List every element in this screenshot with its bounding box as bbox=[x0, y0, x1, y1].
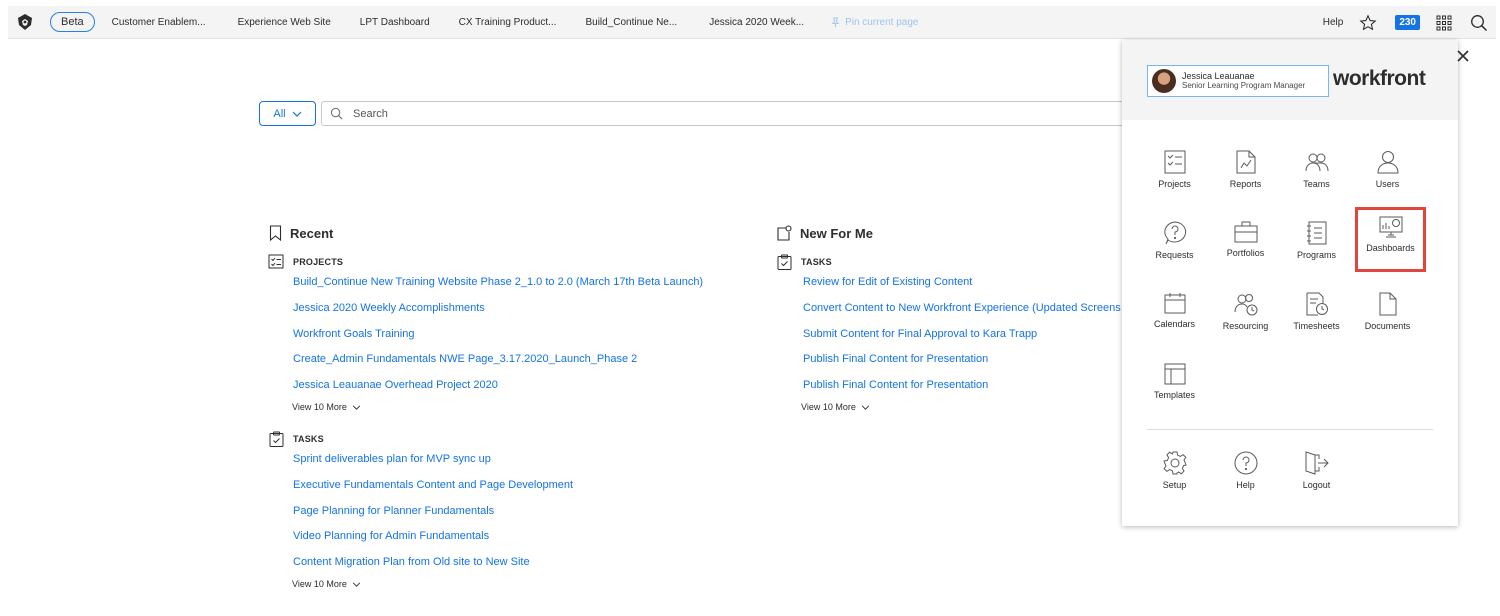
new-item-icon bbox=[777, 225, 792, 241]
search-input[interactable] bbox=[353, 107, 1113, 120]
bookmark-icon bbox=[269, 225, 282, 241]
teams-icon bbox=[1305, 153, 1328, 172]
search-field[interactable] bbox=[321, 101, 1201, 126]
app-reports[interactable]: Reports bbox=[1210, 144, 1281, 206]
templates-icon bbox=[1164, 363, 1185, 385]
recent-tasks-view-more[interactable]: View 10 More bbox=[292, 579, 361, 589]
recent-tasks-label: TASKS bbox=[269, 431, 324, 447]
tasks-icon bbox=[269, 431, 284, 447]
close-panel-icon[interactable] bbox=[1456, 49, 1470, 63]
new-for-me-task-link[interactable]: Publish Final Content for Presentation bbox=[803, 353, 988, 365]
setup-button[interactable]: Setup bbox=[1139, 445, 1210, 507]
recent-task-link[interactable]: Executive Fundamentals Content and Page … bbox=[293, 479, 573, 491]
notification-badge[interactable]: 230 bbox=[1395, 15, 1420, 30]
pinned-tab-2[interactable]: Experience Web Site bbox=[238, 17, 331, 28]
new-for-me-title: New For Me bbox=[800, 225, 873, 241]
recent-heading: Recent bbox=[269, 225, 333, 241]
logout-button[interactable]: Logout bbox=[1281, 445, 1352, 507]
app-users[interactable]: Users bbox=[1352, 144, 1423, 206]
recent-project-link[interactable]: Create_Admin Fundamentals NWE Page_3.17.… bbox=[293, 353, 637, 365]
recent-task-link[interactable]: Sprint deliverables plan for MVP sync up bbox=[293, 453, 491, 465]
tasks-icon bbox=[777, 254, 792, 270]
global-search: All bbox=[259, 101, 1201, 126]
app-dashboards[interactable]: Dashboards bbox=[1355, 207, 1426, 272]
new-for-me-task-link[interactable]: Convert Content to New Workfront Experie… bbox=[803, 302, 1121, 314]
recent-projects-view-more[interactable]: View 10 More bbox=[292, 402, 361, 412]
pinned-tab-5[interactable]: Build_Continue Ne... bbox=[585, 17, 677, 28]
dashboards-icon bbox=[1379, 216, 1402, 238]
recent-task-link[interactable]: Video Planning for Admin Fundamentals bbox=[293, 530, 489, 542]
workfront-logo-icon[interactable] bbox=[8, 6, 42, 39]
reports-icon bbox=[1236, 150, 1255, 174]
portfolios-icon bbox=[1234, 221, 1257, 243]
app-projects[interactable]: Projects bbox=[1139, 144, 1210, 206]
resourcing-icon bbox=[1234, 294, 1257, 316]
panel-header: Jessica Leauanae Senior Learning Program… bbox=[1122, 40, 1458, 120]
app-templates[interactable]: Templates bbox=[1139, 357, 1210, 419]
top-navigation-bar: Beta Customer Enablem... Experience Web … bbox=[8, 6, 1496, 39]
app-resourcing[interactable]: Resourcing bbox=[1210, 286, 1281, 348]
recent-project-link[interactable]: Build_Continue New Training Website Phas… bbox=[293, 276, 703, 288]
user-name: Jessica Leauanae bbox=[1182, 71, 1255, 81]
new-for-me-tasks-label: TASKS bbox=[777, 254, 832, 270]
avatar bbox=[1152, 69, 1176, 93]
app-teams[interactable]: Teams bbox=[1281, 144, 1352, 206]
pin-icon bbox=[831, 16, 840, 27]
new-for-me-task-link[interactable]: Review for Edit of Existing Content bbox=[803, 276, 972, 288]
workfront-brand-logo: workfront bbox=[1333, 67, 1426, 90]
app-programs[interactable]: Programs bbox=[1281, 215, 1352, 277]
beta-toggle[interactable]: Beta bbox=[50, 12, 95, 32]
requests-icon bbox=[1163, 221, 1186, 245]
app-timesheets[interactable]: Timesheets bbox=[1281, 286, 1352, 348]
chevron-down-icon bbox=[861, 405, 870, 410]
new-for-me-view-more[interactable]: View 10 More bbox=[801, 402, 870, 412]
help-icon bbox=[1234, 451, 1257, 475]
new-for-me-task-link[interactable]: Submit Content for Final Approval to Kar… bbox=[803, 328, 1037, 340]
recent-project-link[interactable]: Workfront Goals Training bbox=[293, 328, 414, 340]
pin-current-page-button[interactable]: Pin current page bbox=[830, 17, 918, 28]
documents-icon bbox=[1379, 292, 1396, 316]
panel-divider bbox=[1147, 429, 1433, 430]
search-scope-dropdown[interactable]: All bbox=[259, 101, 316, 126]
app-calendars[interactable]: Calendars bbox=[1139, 286, 1210, 348]
chevron-down-icon bbox=[352, 582, 361, 587]
user-role: Senior Learning Program Manager bbox=[1182, 81, 1306, 90]
help-button[interactable]: Help bbox=[1210, 445, 1281, 507]
gear-icon bbox=[1162, 451, 1187, 475]
new-for-me-heading: New For Me bbox=[776, 225, 873, 241]
recent-projects-label: PROJECTS bbox=[268, 254, 343, 270]
chevron-down-icon bbox=[292, 111, 302, 117]
apps-grid-icon[interactable] bbox=[1436, 15, 1452, 31]
user-profile-card[interactable]: Jessica Leauanae Senior Learning Program… bbox=[1147, 65, 1329, 97]
recent-project-link[interactable]: Jessica 2020 Weekly Accomplishments bbox=[293, 302, 485, 314]
app-portfolios[interactable]: Portfolios bbox=[1210, 215, 1281, 277]
pin-current-page-label: Pin current page bbox=[845, 16, 919, 28]
pinned-tab-3[interactable]: LPT Dashboard bbox=[360, 17, 430, 28]
projects-icon bbox=[1164, 150, 1185, 174]
recent-project-link[interactable]: Jessica Leauanae Overhead Project 2020 bbox=[293, 379, 498, 391]
recent-title: Recent bbox=[290, 225, 334, 241]
pinned-tab-1[interactable]: Customer Enablem... bbox=[112, 17, 206, 28]
search-icon[interactable] bbox=[1470, 14, 1488, 32]
logout-icon bbox=[1305, 451, 1329, 475]
favorite-star-icon[interactable] bbox=[1359, 13, 1377, 32]
recent-task-link[interactable]: Page Planning for Planner Fundamentals bbox=[293, 505, 494, 517]
projects-icon bbox=[268, 254, 284, 269]
new-for-me-task-link[interactable]: Publish Final Content for Presentation bbox=[803, 379, 988, 391]
chevron-down-icon bbox=[352, 405, 361, 410]
app-requests[interactable]: Requests bbox=[1139, 215, 1210, 277]
main-menu-panel: Jessica Leauanae Senior Learning Program… bbox=[1122, 40, 1458, 526]
app-documents[interactable]: Documents bbox=[1352, 286, 1423, 348]
recent-task-link[interactable]: Content Migration Plan from Old site to … bbox=[293, 556, 530, 568]
calendars-icon bbox=[1164, 293, 1185, 314]
search-scope-label: All bbox=[273, 107, 286, 120]
search-icon bbox=[330, 107, 343, 120]
help-link[interactable]: Help bbox=[1323, 17, 1344, 28]
users-icon bbox=[1376, 151, 1399, 174]
pinned-tab-4[interactable]: CX Training Product... bbox=[459, 17, 557, 28]
programs-icon bbox=[1306, 221, 1326, 245]
timesheets-icon bbox=[1306, 292, 1328, 316]
pinned-tab-6[interactable]: Jessica 2020 Week... bbox=[709, 17, 804, 28]
